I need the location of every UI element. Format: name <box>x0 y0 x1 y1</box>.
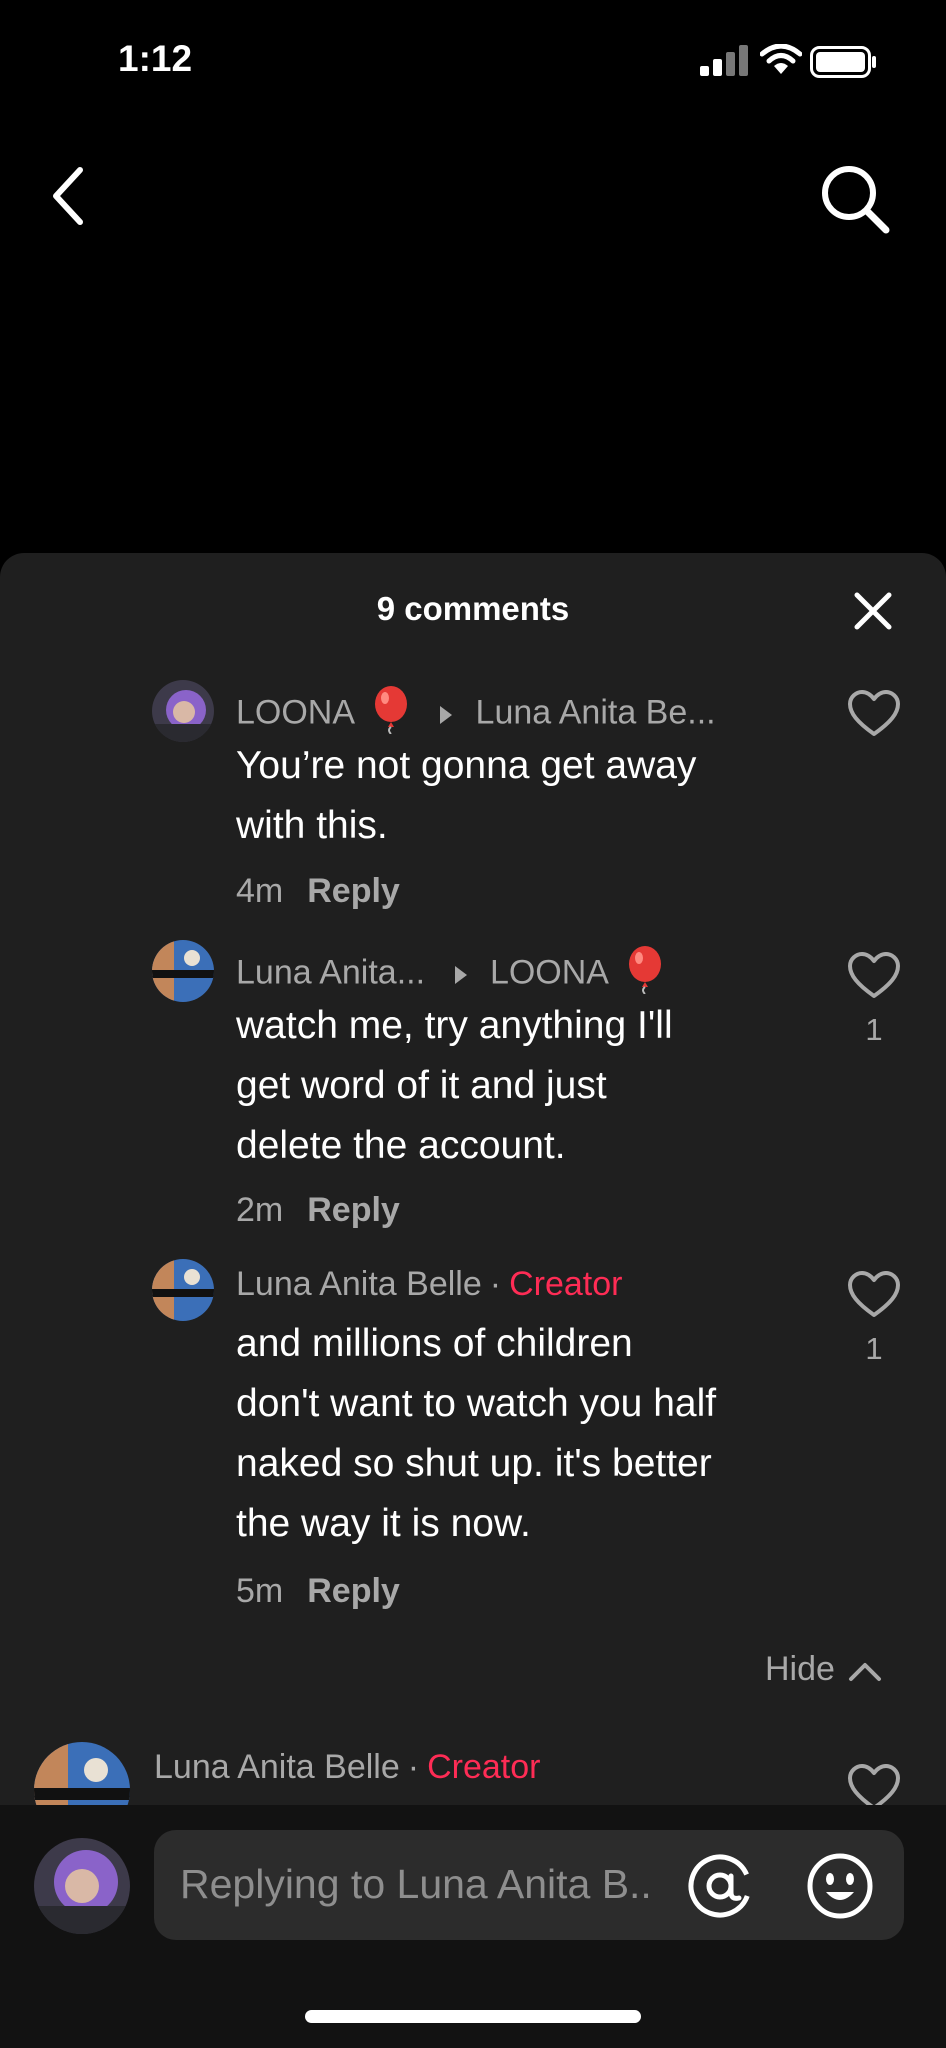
comment-2-reply-to[interactable]: LOONA <box>490 953 607 991</box>
comment-4-header: Luna Anita Belle · Creator <box>154 1748 540 1787</box>
comment-3-meta: 5m Reply <box>236 1572 400 1611</box>
comment-3-text-line: and millions of children <box>236 1322 633 1365</box>
separator-dot: · <box>407 1748 420 1786</box>
avatar-luna-anita[interactable] <box>152 940 214 1002</box>
comment-1-text: You’re not gonna get away with this. <box>236 736 696 856</box>
creator-badge: Creator <box>427 1748 541 1786</box>
reply-arrow-icon <box>440 705 453 724</box>
cellular-signal-icon <box>700 44 752 81</box>
comment-1-reply-to[interactable]: Luna Anita Be... <box>476 693 716 731</box>
comment-2-text: watch me, try anything I'll get word of … <box>236 996 673 1176</box>
comment-3-text-line: the way it is now. <box>236 1502 531 1545</box>
battery-icon <box>810 46 878 83</box>
status-time: 1:12 <box>118 38 193 79</box>
comment-1-header: LOONA Luna Anita Be... <box>236 686 716 743</box>
comment-3-reply-button[interactable]: Reply <box>307 1572 400 1610</box>
comment-2-like-count: 1 <box>865 1012 883 1047</box>
comment-2-text-line: get word of it and just <box>236 1064 607 1107</box>
comment-2-text-line: delete the account. <box>236 1124 566 1167</box>
balloon-icon <box>371 686 411 743</box>
comment-1-time: 4m <box>236 872 284 910</box>
comment-2-text-line: watch me, try anything I'll <box>236 1004 673 1047</box>
comment-3-text-line: naked so shut up. it's better <box>236 1442 712 1485</box>
comment-1-reply-button[interactable]: Reply <box>307 872 400 910</box>
comment-3-header: Luna Anita Belle · Creator <box>236 1265 622 1304</box>
balloon-icon <box>625 946 665 1003</box>
comment-1-text-line: You’re not gonna get away <box>236 744 697 787</box>
heart-icon[interactable] <box>846 1271 902 1324</box>
comment-2-meta: 2m Reply <box>236 1191 400 1230</box>
comment-3-text-line: don't want to watch you half <box>236 1382 717 1425</box>
heart-icon[interactable] <box>846 952 902 1005</box>
comment-input-placeholder: Replying to Luna Anita B.. <box>180 1861 652 1907</box>
emoji-icon[interactable] <box>806 1852 874 1925</box>
comment-3-username[interactable]: Luna Anita Belle <box>236 1265 482 1303</box>
wifi-icon <box>759 43 803 81</box>
hide-replies-button[interactable]: Hide <box>765 1650 882 1691</box>
comment-1-text-line: with this. <box>236 804 388 847</box>
comment-2-header: Luna Anita... LOONA <box>236 946 665 1003</box>
comment-4-username[interactable]: Luna Anita Belle <box>154 1748 400 1786</box>
creator-badge: Creator <box>509 1265 623 1303</box>
avatar-luna-anita-belle[interactable] <box>152 1259 214 1321</box>
comment-3-like-count: 1 <box>865 1331 883 1366</box>
chevron-up-icon <box>848 1652 882 1691</box>
close-icon[interactable] <box>853 591 893 636</box>
hide-label: Hide <box>765 1650 835 1688</box>
comment-2-time: 2m <box>236 1191 284 1229</box>
comment-3-time: 5m <box>236 1572 284 1610</box>
heart-icon[interactable] <box>846 690 902 743</box>
separator-dot: · <box>489 1265 502 1303</box>
comment-1-username[interactable]: LOONA <box>236 693 353 731</box>
search-icon[interactable] <box>818 162 892 241</box>
back-icon[interactable] <box>48 166 88 231</box>
avatar-loona[interactable] <box>152 680 214 742</box>
comment-2-username[interactable]: Luna Anita... <box>236 953 425 991</box>
comments-count-title: 9 comments <box>376 590 570 627</box>
comment-1-meta: 4m Reply <box>236 872 400 911</box>
current-user-avatar <box>34 1838 130 1934</box>
mention-icon[interactable] <box>686 1852 754 1925</box>
reply-arrow-icon <box>454 965 467 984</box>
comment-3-text: and millions of children don't want to w… <box>236 1314 716 1554</box>
comment-2-reply-button[interactable]: Reply <box>307 1191 400 1229</box>
home-indicator <box>305 2010 641 2023</box>
